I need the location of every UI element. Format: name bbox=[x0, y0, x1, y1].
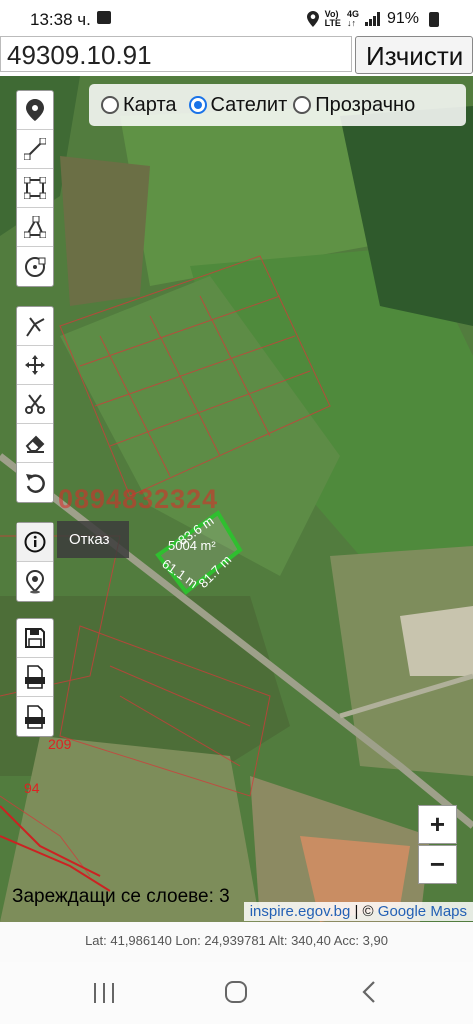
gps-readout: Lat: 41,986140 Lon: 24,939781 Alt: 340,4… bbox=[0, 922, 473, 962]
move-tool-button[interactable] bbox=[17, 346, 53, 385]
marker-tool-button[interactable] bbox=[17, 91, 53, 130]
top-bar: 49309.10.91 Изчисти bbox=[0, 36, 473, 76]
lte-indicator: 4G ↓↑ bbox=[346, 9, 359, 28]
inspire-link[interactable]: inspire.egov.bg bbox=[250, 903, 351, 920]
status-icons: Vo) LTE 4G ↓↑ 91% bbox=[306, 9, 439, 28]
map-attribution: inspire.egov.bg | © Google Maps bbox=[243, 902, 473, 921]
system-nav-bar bbox=[0, 962, 473, 1024]
edit-tools bbox=[16, 306, 54, 503]
radio-satellite[interactable] bbox=[188, 96, 207, 114]
parcel-number-label: 94 bbox=[24, 780, 40, 796]
status-time: 13:38 ч. bbox=[30, 10, 91, 29]
json-export-icon bbox=[25, 704, 45, 729]
map-type-selector: Карта Сателит Прозрачно bbox=[89, 84, 466, 126]
polygon-tool-icon bbox=[24, 216, 46, 238]
loading-layers-text: Зареждащи се слоеве: 3 bbox=[12, 886, 230, 907]
info-tools bbox=[16, 522, 54, 602]
circle-tool-icon bbox=[25, 256, 46, 277]
back-icon[interactable] bbox=[361, 980, 377, 1004]
save-button[interactable] bbox=[17, 619, 53, 658]
polygon-tool-button[interactable] bbox=[17, 208, 53, 247]
map-type-map[interactable]: Карта bbox=[101, 94, 177, 117]
json-export-button[interactable] bbox=[17, 697, 53, 736]
save-icon bbox=[25, 628, 45, 648]
rectangle-tool-icon bbox=[24, 177, 46, 199]
draw-tools bbox=[16, 90, 54, 287]
eraser-tool-icon bbox=[25, 435, 45, 453]
status-bar: 13:38 ч. Vo) LTE 4G ↓↑ 91% bbox=[0, 0, 473, 36]
gallery-notification-icon bbox=[97, 11, 111, 24]
radio-transparent[interactable] bbox=[293, 96, 312, 114]
volte-indicator: Vo) LTE bbox=[324, 9, 341, 28]
battery-percent: 91% bbox=[386, 10, 419, 27]
shp-export-icon bbox=[25, 665, 45, 689]
snap-tool-button[interactable] bbox=[17, 307, 53, 346]
recent-apps-icon[interactable] bbox=[92, 982, 116, 1004]
google-maps-link[interactable]: Google Maps bbox=[378, 903, 467, 920]
cut-tool-icon bbox=[25, 394, 45, 414]
map-type-satellite[interactable]: Сателит bbox=[188, 94, 287, 117]
shp-export-button[interactable] bbox=[17, 658, 53, 697]
battery-icon bbox=[429, 11, 439, 27]
location-icon bbox=[25, 569, 45, 593]
home-icon[interactable] bbox=[224, 980, 248, 1004]
radio-map[interactable] bbox=[101, 96, 119, 114]
line-tool-button[interactable] bbox=[17, 130, 53, 169]
eraser-tool-button[interactable] bbox=[17, 424, 53, 463]
cut-tool-button[interactable] bbox=[17, 385, 53, 424]
location-status-icon bbox=[306, 11, 319, 27]
undo-tool-button[interactable] bbox=[17, 463, 53, 502]
export-tools bbox=[16, 618, 54, 737]
move-tool-icon bbox=[25, 355, 45, 375]
marker-tool-icon bbox=[26, 99, 44, 121]
rectangle-tool-button[interactable] bbox=[17, 169, 53, 208]
parcel-search-input[interactable]: 49309.10.91 bbox=[0, 36, 352, 72]
info-icon bbox=[24, 531, 46, 553]
line-tool-icon bbox=[24, 138, 46, 160]
map-view[interactable]: 0894832324 5004 m² 83.6 m 61.1 m 81.7 m … bbox=[0, 76, 473, 922]
info-button[interactable] bbox=[17, 523, 53, 562]
clear-button[interactable]: Изчисти bbox=[355, 36, 473, 74]
undo-tool-icon bbox=[26, 473, 45, 493]
zoom-in-button[interactable]: + bbox=[418, 805, 457, 844]
zoom-out-button[interactable]: − bbox=[418, 845, 457, 884]
parcel-number-label: 209 bbox=[48, 736, 72, 752]
map-type-transparent[interactable]: Прозрачно bbox=[293, 94, 415, 117]
signal-icon bbox=[364, 12, 380, 26]
phone-watermark: 0894832324 bbox=[58, 484, 219, 514]
circle-tool-button[interactable] bbox=[17, 247, 53, 286]
location-button[interactable] bbox=[17, 562, 53, 601]
tooltip-cancel[interactable]: Отказ bbox=[57, 521, 129, 558]
snap-tool-icon bbox=[26, 317, 45, 337]
